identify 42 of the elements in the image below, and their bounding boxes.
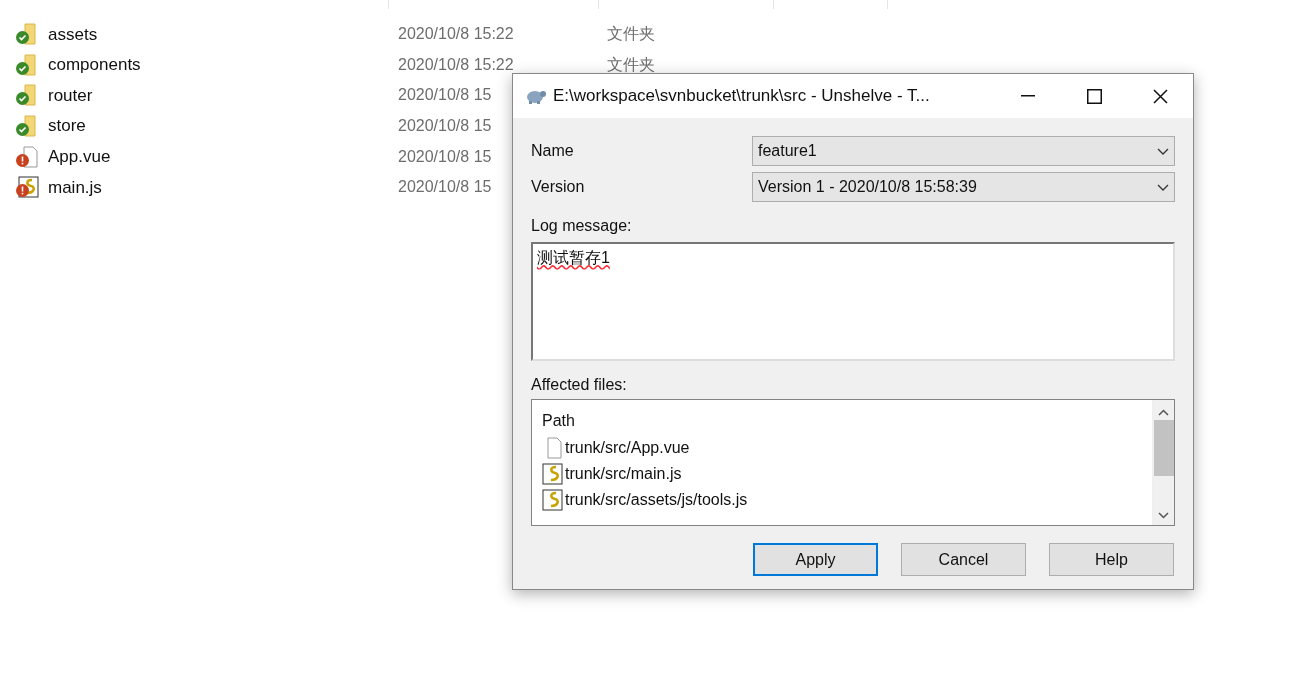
file-path[interactable]: trunk/src/App.vue — [565, 436, 690, 460]
file-path[interactable]: trunk/src/assets/js/tools.js — [565, 488, 748, 512]
date-modified: 2020/10/8 15 — [398, 85, 492, 106]
log-message-text: 测试暂存1 — [537, 249, 610, 266]
scrollbar[interactable] — [1152, 400, 1174, 525]
scroll-up-icon — [1158, 409, 1169, 416]
affected-files-label: Affected files: — [531, 375, 628, 395]
chevron-down-icon — [1157, 147, 1169, 155]
minimize-icon — [1021, 95, 1035, 97]
scroll-down-icon — [1158, 512, 1169, 519]
log-message-label: Log message: — [531, 216, 633, 236]
script-file-icon — [541, 463, 563, 485]
file-name[interactable]: router — [48, 82, 93, 109]
file-name[interactable]: assets — [48, 21, 98, 48]
dialog-button[interactable]: Help — [1049, 543, 1174, 576]
field-label: Version — [531, 177, 586, 197]
dialog-button[interactable]: Apply — [753, 543, 878, 576]
field-label: Name — [531, 141, 575, 161]
dropdown[interactable]: Version 1 - 2020/10/8 15:58:39 — [752, 172, 1175, 202]
date-modified: 2020/10/8 15:22 — [398, 54, 514, 75]
file-type: 文件夹 — [607, 54, 655, 75]
chevron-down-icon — [1157, 183, 1169, 191]
column-header: Path — [542, 411, 576, 431]
file-name[interactable]: App.vue — [48, 143, 111, 170]
script-file-icon — [541, 489, 563, 511]
window-title: E:\workspace\svnbucket\trunk\src - Unshelve - T... — [553, 85, 930, 108]
affected-files-list[interactable]: Path trunk/src/App.vue trunk/src/main.js trunk/src/assets/js/tools.js — [531, 399, 1175, 526]
date-modified: 2020/10/8 15 — [398, 177, 492, 198]
close-icon — [1152, 88, 1168, 104]
file-name[interactable]: components — [48, 52, 141, 78]
file-type: 文件夹 — [607, 24, 655, 45]
date-modified: 2020/10/8 15 — [398, 146, 492, 167]
date-modified: 2020/10/8 15 — [398, 116, 492, 137]
file-path[interactable]: trunk/src/main.js — [565, 462, 682, 486]
date-modified: 2020/10/8 15:22 — [398, 24, 514, 45]
file-name[interactable]: main.js — [48, 174, 102, 200]
log-message-field[interactable]: 测试暂存1 — [531, 242, 1175, 361]
maximize-icon — [1086, 88, 1102, 104]
dialog-button[interactable]: Cancel — [901, 543, 1026, 576]
scrollbar-thumb[interactable] — [1153, 420, 1174, 476]
file-name[interactable]: store — [48, 113, 86, 139]
dropdown[interactable]: feature1 — [752, 136, 1175, 166]
